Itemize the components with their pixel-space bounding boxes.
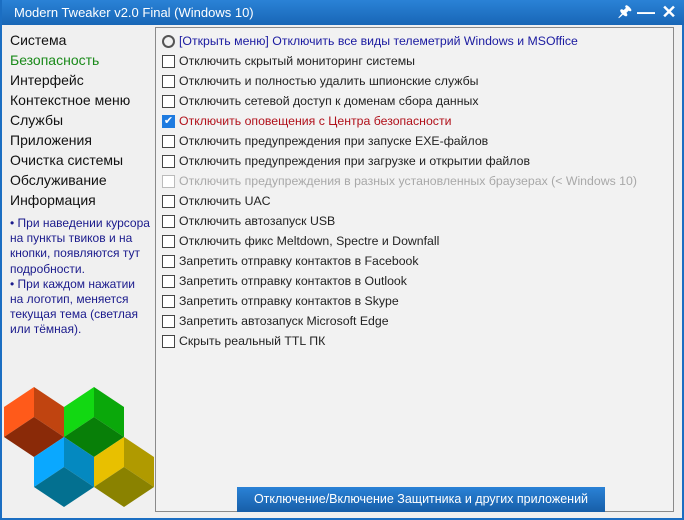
sidebar-item[interactable]: Интерфейс bbox=[10, 70, 150, 90]
checkbox[interactable] bbox=[162, 54, 175, 68]
checkbox[interactable] bbox=[162, 174, 175, 188]
option-item[interactable]: Отключить UAC bbox=[162, 191, 271, 211]
option-label: Отключить автозапуск USB bbox=[179, 214, 336, 228]
options-panel: [Открыть меню] Отключить все виды телеме… bbox=[155, 27, 674, 512]
option-item[interactable]: [Открыть меню] Отключить все виды телеме… bbox=[162, 31, 578, 51]
checkbox[interactable] bbox=[162, 194, 175, 208]
sidebar-item[interactable]: Приложения bbox=[10, 130, 150, 150]
app-window: Modern Tweaker v2.0 Final (Windows 10) 🖈… bbox=[0, 0, 684, 520]
option-label: Запретить отправку контактов в Outlook bbox=[179, 274, 407, 288]
option-label: Отключить сетевой доступ к доменам сбора… bbox=[179, 94, 479, 108]
option-label: Запретить отправку контактов в Facebook bbox=[179, 254, 419, 268]
option-item[interactable]: Скрыть реальный TTL ПК bbox=[162, 331, 325, 351]
option-item[interactable]: Отключить предупреждения при запуске EXE… bbox=[162, 131, 488, 151]
sidebar-item[interactable]: Обслуживание bbox=[10, 170, 150, 190]
checkbox[interactable] bbox=[162, 214, 175, 228]
option-label: Запретить автозапуск Microsoft Edge bbox=[179, 314, 389, 328]
info-line: • При каждом нажатии на логотип, меняетс… bbox=[10, 276, 139, 337]
sidebar-item[interactable]: Информация bbox=[10, 190, 150, 210]
checkbox[interactable] bbox=[162, 94, 175, 108]
option-item[interactable]: Отключить и полностью удалить шпионские … bbox=[162, 71, 479, 91]
option-item[interactable]: Отключить скрытый мониторинг системы bbox=[162, 51, 415, 71]
option-item[interactable]: Отключить автозапуск USB bbox=[162, 211, 335, 231]
option-label: [Открыть меню] Отключить все виды телеме… bbox=[179, 34, 578, 48]
sidebar-item[interactable]: Безопасность bbox=[10, 50, 150, 70]
defender-toggle-button[interactable]: Отключение/Включение Защитника и других … bbox=[237, 487, 605, 512]
checkbox[interactable] bbox=[162, 254, 175, 268]
option-label: Отключить предупреждения в разных устано… bbox=[179, 174, 637, 188]
option-label: Отключить скрытый мониторинг системы bbox=[179, 54, 416, 68]
option-label: Отключить UAC bbox=[179, 194, 271, 208]
checkbox[interactable] bbox=[162, 234, 175, 248]
close-icon[interactable]: ✕ bbox=[658, 0, 680, 25]
option-label: Отключить и полностью удалить шпионские … bbox=[179, 74, 479, 88]
checkbox[interactable] bbox=[162, 274, 175, 288]
window-title: Modern Tweaker v2.0 Final (Windows 10) bbox=[14, 5, 254, 20]
title-bar[interactable]: Modern Tweaker v2.0 Final (Windows 10) 🖈… bbox=[2, 0, 684, 25]
checkbox[interactable] bbox=[162, 154, 175, 168]
option-item[interactable]: Отключить предупреждения при загрузке и … bbox=[162, 151, 530, 171]
option-label: Отключить фикс Meltdown, Spectre и Downf… bbox=[179, 234, 440, 248]
option-item[interactable]: ✔ Отключить оповещения с Центра безопасно… bbox=[162, 111, 451, 131]
sidebar: Система Безопасность Интерфейс Контекстное … bbox=[10, 30, 150, 338]
checkbox[interactable]: ✔ bbox=[162, 114, 175, 128]
option-item[interactable]: Запретить отправку контактов в Facebook bbox=[162, 251, 419, 271]
option-item[interactable]: Отключить предупреждения в разных устано… bbox=[162, 171, 637, 191]
checkbox[interactable] bbox=[162, 334, 175, 348]
checkbox[interactable] bbox=[162, 134, 175, 148]
option-item[interactable]: Отключить фикс Meltdown, Spectre и Downf… bbox=[162, 231, 439, 251]
option-item[interactable]: Запретить отправку контактов в Outlook bbox=[162, 271, 407, 291]
info-text: • При наведении курсора на пункты твиков… bbox=[10, 216, 150, 338]
sidebar-item[interactable]: Система bbox=[10, 30, 150, 50]
checkbox[interactable] bbox=[162, 74, 175, 88]
option-label: Отключить предупреждения при загрузке и … bbox=[179, 154, 530, 168]
sidebar-item[interactable]: Очистка системы bbox=[10, 150, 150, 170]
option-label: Скрыть реальный TTL ПК bbox=[179, 334, 326, 348]
checkbox[interactable] bbox=[162, 314, 175, 328]
option-label: Отключить предупреждения при запуске EXE… bbox=[179, 134, 489, 148]
sidebar-item[interactable]: Службы bbox=[10, 110, 150, 130]
checkbox[interactable] bbox=[162, 294, 175, 308]
option-item[interactable]: Запретить автозапуск Microsoft Edge bbox=[162, 311, 389, 331]
option-label: Отключить оповещения с Центра безопаснос… bbox=[179, 114, 452, 128]
option-item[interactable]: Отключить сетевой доступ к доменам сбора… bbox=[162, 91, 478, 111]
minimize-icon[interactable]: — bbox=[635, 0, 657, 25]
sidebar-item[interactable]: Контекстное меню bbox=[10, 90, 150, 110]
option-item[interactable]: Запретить отправку контактов в Skype bbox=[162, 291, 399, 311]
radio-button[interactable] bbox=[162, 34, 175, 48]
option-label: Запретить отправку контактов в Skype bbox=[179, 294, 399, 308]
sidebar-nav: Система Безопасность Интерфейс Контекстное … bbox=[10, 30, 150, 210]
logo[interactable] bbox=[2, 380, 156, 520]
info-line: • При наведении курсора на пункты твиков… bbox=[10, 216, 150, 276]
pin-icon[interactable]: 🖈︎ bbox=[614, 0, 636, 25]
